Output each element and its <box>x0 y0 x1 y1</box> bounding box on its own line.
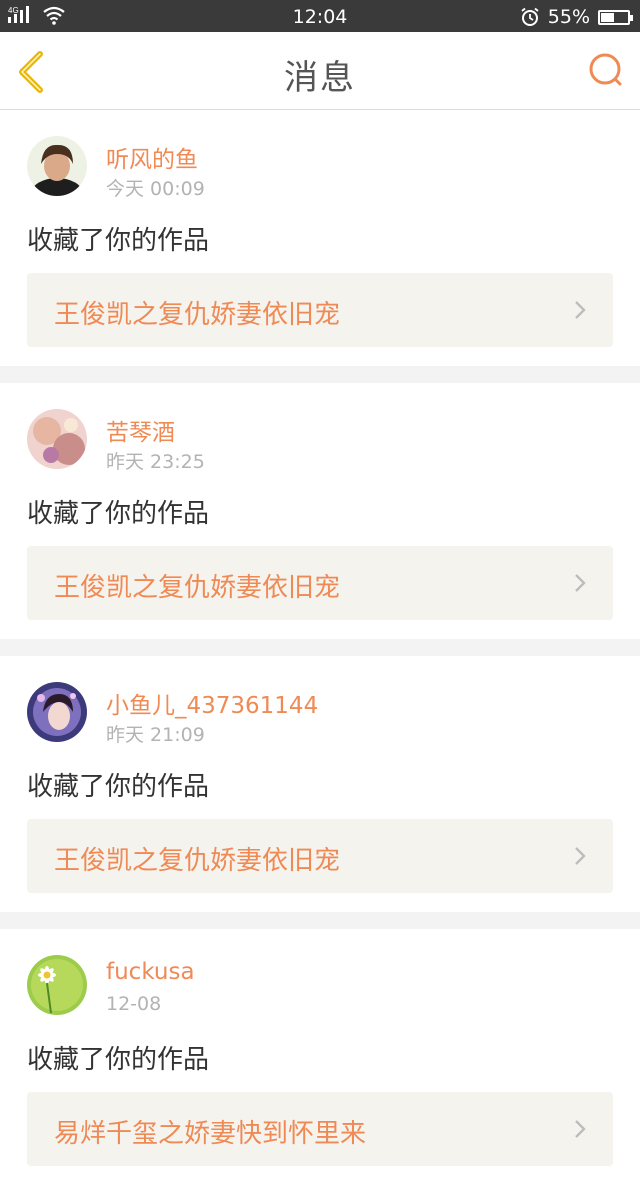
page-title: 消息 <box>284 58 356 98</box>
chevron-right-icon <box>575 301 586 319</box>
avatar[interactable] <box>27 136 87 196</box>
chevron-right-icon <box>575 574 586 592</box>
work-link[interactable]: 王俊凯之复仇娇妻依旧宠 <box>27 273 613 347</box>
username[interactable]: 苦琴酒 <box>106 413 175 447</box>
nav-header: 消息 <box>0 32 640 110</box>
work-title: 易烊千玺之娇妻快到怀里来 <box>54 1119 367 1149</box>
work-title: 王俊凯之复仇娇妻依旧宠 <box>54 573 341 603</box>
search-button[interactable] <box>586 50 626 90</box>
avatar[interactable] <box>27 409 87 469</box>
message-card: fuckusa 12-08 收藏了你的作品 易烊千玺之娇妻快到怀里来 <box>0 929 640 1185</box>
chevron-right-icon <box>575 1120 586 1138</box>
status-bar: 4G 12:04 55% <box>0 0 640 32</box>
action-text: 收藏了你的作品 <box>27 772 210 802</box>
chevron-right-icon <box>575 847 586 865</box>
avatar[interactable] <box>27 955 87 1015</box>
alarm-icon <box>521 7 539 26</box>
timestamp: 昨天 23:25 <box>106 451 205 473</box>
battery-level <box>601 12 614 22</box>
message-card: 小鱼儿_437361144 昨天 21:09 收藏了你的作品 王俊凯之复仇娇妻依… <box>0 656 640 912</box>
username[interactable]: 听风的鱼 <box>106 140 198 174</box>
action-text: 收藏了你的作品 <box>27 226 210 256</box>
timestamp: 昨天 21:09 <box>106 724 205 746</box>
message-card: 苦琴酒 昨天 23:25 收藏了你的作品 王俊凯之复仇娇妻依旧宠 <box>0 383 640 639</box>
avatar[interactable] <box>27 682 87 742</box>
work-title: 王俊凯之复仇娇妻依旧宠 <box>54 300 341 330</box>
message-card: 听风的鱼 今天 00:09 收藏了你的作品 王俊凯之复仇娇妻依旧宠 <box>0 110 640 366</box>
action-text: 收藏了你的作品 <box>27 1045 210 1075</box>
username[interactable]: 小鱼儿_437361144 <box>106 686 318 720</box>
status-right: 55% <box>520 6 633 28</box>
timestamp: 12-08 <box>106 993 162 1015</box>
work-title: 王俊凯之复仇娇妻依旧宠 <box>54 846 341 876</box>
battery-icon <box>598 9 633 25</box>
username[interactable]: fuckusa <box>106 959 195 985</box>
work-link[interactable]: 王俊凯之复仇娇妻依旧宠 <box>27 546 613 620</box>
timestamp: 今天 00:09 <box>106 178 205 200</box>
action-text: 收藏了你的作品 <box>27 499 210 529</box>
work-link[interactable]: 王俊凯之复仇娇妻依旧宠 <box>27 819 613 893</box>
work-link[interactable]: 易烊千玺之娇妻快到怀里来 <box>27 1092 613 1166</box>
battery-percent: 55% <box>547 6 590 28</box>
search-icon <box>589 53 622 86</box>
